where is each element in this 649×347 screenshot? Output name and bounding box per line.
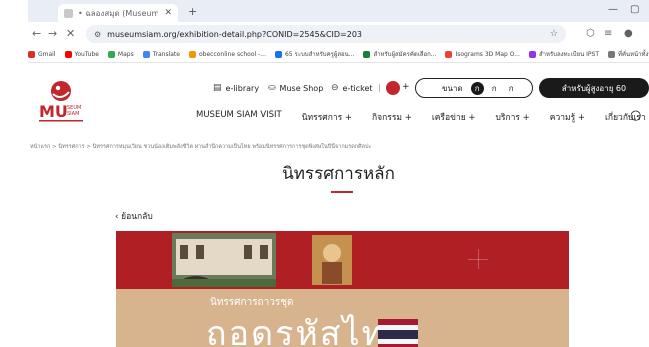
- bookmarks-bar: Gmail YouTube Maps Translate obecconline…: [28, 46, 649, 63]
- teacher-site-icon: [274, 50, 282, 58]
- util-divider: |: [378, 83, 381, 92]
- browser-tab-bar: • ฉลองสมุด (Museum Siam) ✕ + — ▢: [28, 0, 649, 22]
- ticket-icon: ⊖: [331, 83, 339, 93]
- bookmark-gmail[interactable]: Gmail: [28, 50, 56, 58]
- bookmark-isograms[interactable]: Isograms 3D Map O...: [445, 50, 520, 58]
- new-tab-icon[interactable]: +: [188, 5, 197, 18]
- hero-photo-image: [116, 231, 569, 289]
- nav-about[interactable]: เกี่ยวกับเรา +: [605, 110, 649, 124]
- tab-close-icon[interactable]: ✕: [164, 8, 172, 18]
- nav-exhibitions[interactable]: นิทรรศการ +: [302, 110, 352, 124]
- shop-icon: ⛀: [268, 83, 276, 93]
- museum-site: MU SEUM SIAM ▤ e-library ⛀ Muse Shop ⊖ e…: [28, 63, 649, 347]
- language-plus-icon[interactable]: +: [402, 82, 410, 92]
- ipst-icon: [528, 50, 536, 58]
- svg-text:SIAM: SIAM: [67, 111, 79, 117]
- translate-icon: [142, 50, 150, 58]
- exhibition-hero-banner: นิทรรศการถาวรชุด ถอดรหัสไทย: [116, 231, 569, 347]
- maps-icon: [107, 50, 115, 58]
- all-bookmarks[interactable]: ที่คั่นหน้าทั้งหมด: [608, 49, 649, 59]
- url-text: museumsiam.org/exhibition-detail.php?CON…: [107, 29, 363, 39]
- back-arrow-icon[interactable]: ←: [32, 27, 41, 40]
- profile-icon[interactable]: ●: [624, 28, 633, 39]
- folder-icon: [608, 50, 615, 58]
- title-underline: [331, 191, 353, 193]
- bookmark-maps[interactable]: Maps: [107, 50, 134, 58]
- site-info-icon[interactable]: ⚙: [94, 30, 101, 39]
- eticket-link[interactable]: ⊖ e-ticket: [331, 83, 373, 93]
- nav-network[interactable]: เครือข่าย +: [432, 110, 476, 124]
- nav-visit[interactable]: MUSEUM SIAM VISIT: [196, 110, 282, 124]
- menu-list-icon[interactable]: ≡: [604, 28, 612, 39]
- thai-flag-icon: [378, 319, 418, 347]
- tab-favicon-icon: [64, 8, 73, 18]
- page-title: นิทรรศการหลัก: [282, 164, 395, 184]
- bookmark-ipst[interactable]: สำหรับลงทะเบียน IPST: [528, 49, 599, 59]
- minimize-icon[interactable]: —: [608, 4, 618, 15]
- bookmark-star-icon[interactable]: ☆: [550, 29, 558, 39]
- obec-icon: [188, 50, 196, 58]
- breadcrumb: หน้าแรก > นิทรรศการ > นิทรรศการหมุนเวียน…: [30, 144, 372, 150]
- url-bar[interactable]: ⚙ museumsiam.org/exhibition-detail.php?C…: [86, 25, 566, 43]
- font-size-small-button[interactable]: ก: [470, 81, 484, 95]
- font-size-medium-button[interactable]: ก: [488, 82, 501, 95]
- nav-services[interactable]: บริการ +: [496, 110, 530, 124]
- museum-siam-logo[interactable]: MU SEUM SIAM: [36, 79, 86, 125]
- browser-tab[interactable]: • ฉลองสมุด (Museum Siam) ✕: [58, 4, 178, 22]
- address-bar-row: ← → ✕ ⚙ museumsiam.org/exhibition-detail…: [28, 22, 649, 46]
- nav-knowledge[interactable]: ความรู้ +: [550, 110, 585, 124]
- reload-icon[interactable]: ✕: [66, 27, 75, 40]
- hero-decoration: [468, 259, 488, 260]
- applicant-site-icon: [363, 50, 371, 58]
- language-toggle-icon[interactable]: [386, 81, 400, 95]
- back-link[interactable]: ‹ ย้อนกลับ: [115, 209, 153, 223]
- tab-title: • ฉลองสมุด (Museum Siam): [78, 8, 158, 18]
- extensions-icon[interactable]: ⬡: [586, 28, 595, 39]
- font-size-control: ขนาด ก ก ก: [415, 78, 533, 98]
- gmail-icon: [28, 50, 35, 58]
- book-icon: ▤: [213, 83, 222, 93]
- font-size-large-button[interactable]: ก: [505, 82, 518, 95]
- forward-arrow-icon[interactable]: →: [48, 27, 57, 40]
- svg-text:MU: MU: [39, 102, 68, 121]
- isograms-icon: [445, 50, 453, 58]
- muse-shop-link[interactable]: ⛀ Muse Shop: [268, 83, 323, 93]
- nav-activities[interactable]: กิจกรรม +: [372, 110, 412, 124]
- elderly-mode-button[interactable]: สำหรับผู้สูงอายุ 60: [539, 78, 649, 98]
- bookmark-obec[interactable]: obecconline school -...: [188, 50, 266, 58]
- bookmark-translate[interactable]: Translate: [142, 50, 180, 58]
- search-icon[interactable]: ○: [630, 108, 641, 123]
- bookmark-teacher[interactable]: 65 ระบบสำหรับครูผู้สอน...: [274, 49, 354, 59]
- font-size-label: ขนาด: [442, 83, 463, 93]
- elibrary-link[interactable]: ▤ e-library: [213, 83, 259, 93]
- youtube-icon: [64, 50, 72, 58]
- bookmark-applicant[interactable]: สำหรับผู้สมัครคัดเลือก...: [363, 49, 436, 59]
- bookmark-youtube[interactable]: YouTube: [64, 50, 99, 58]
- maximize-icon[interactable]: ▢: [630, 4, 639, 15]
- main-navigation: MUSEUM SIAM VISIT นิทรรศการ + กิจกรรม + …: [196, 110, 649, 124]
